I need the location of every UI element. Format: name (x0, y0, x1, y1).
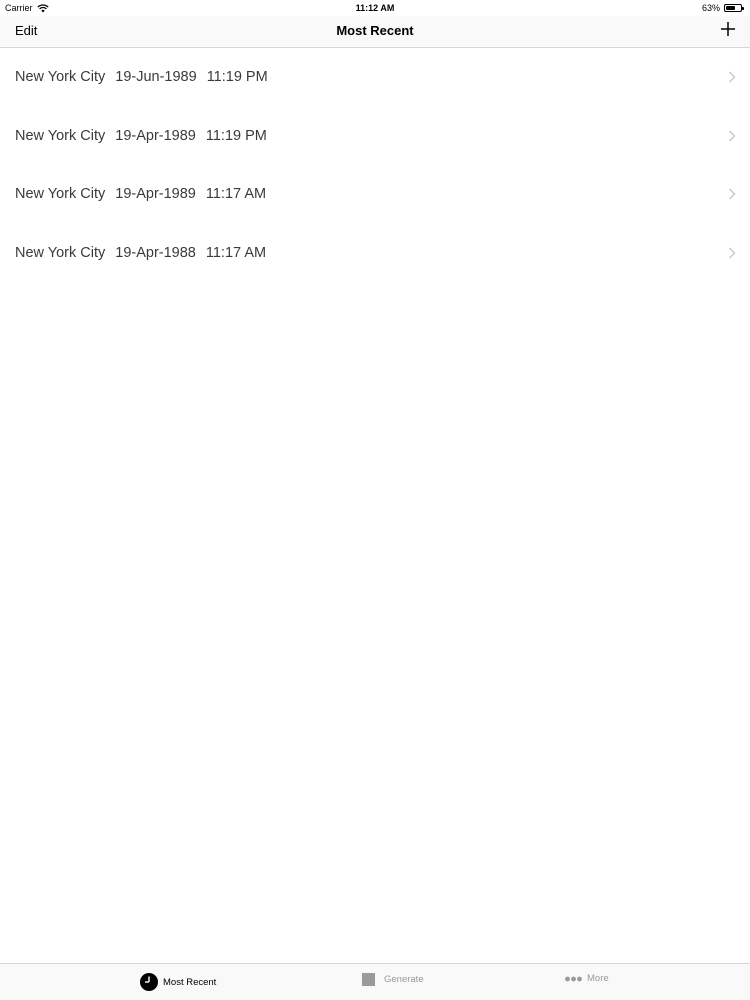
tab-label: Most Recent (163, 976, 217, 988)
chevron-right-icon (729, 188, 736, 200)
more-dots-icon (565, 976, 582, 981)
row-time: 11:19 PM (205, 127, 267, 144)
row-date: 19-Apr-1989 (115, 127, 196, 144)
edit-button[interactable]: Edit (15, 23, 37, 38)
tab-generate[interactable]: Generate (362, 973, 424, 986)
tab-most-recent[interactable]: Most Recent (140, 973, 216, 991)
row-date: 19-Apr-1989 (115, 186, 196, 203)
tab-label: More (587, 973, 609, 984)
chevron-right-icon (729, 71, 736, 83)
screen: Carrier 11:12 AM 63% Edit Most Recent Ne… (0, 0, 750, 1000)
status-time: 11:12 AM (355, 3, 395, 13)
row-city: New York City (15, 244, 106, 261)
list-item[interactable]: New York City 19-Apr-1989 11:19 PM (0, 107, 750, 166)
battery-icon (724, 4, 744, 12)
square-icon (362, 973, 375, 986)
tab-more[interactable]: More (565, 973, 609, 984)
page-title: Most Recent (336, 23, 414, 38)
row-date: 19-Apr-1988 (115, 244, 196, 261)
plus-icon[interactable] (720, 21, 736, 37)
row-time: 11:17 AM (205, 244, 267, 261)
status-bar: Carrier 11:12 AM 63% (0, 0, 750, 16)
list-item[interactable]: New York City 19-Apr-1989 11:17 AM (0, 165, 750, 224)
chevron-right-icon (729, 130, 736, 142)
row-date: 19-Jun-1989 (115, 69, 197, 86)
chevron-right-icon (729, 247, 736, 259)
recent-list: New York City 19-Jun-1989 11:19 PM New Yor… (0, 48, 750, 282)
status-right: 63% (701, 3, 744, 13)
row-city: New York City (15, 186, 106, 203)
navigation-bar: Edit Most Recent (0, 16, 750, 48)
row-city: New York City (15, 127, 106, 144)
battery-fill (726, 6, 735, 10)
list-item[interactable]: New York City 19-Apr-1988 11:17 AM (0, 224, 750, 283)
row-city: New York City (15, 69, 106, 86)
row-time: 11:17 AM (205, 186, 267, 203)
clock-icon (140, 973, 158, 991)
list-item[interactable]: New York City 19-Jun-1989 11:19 PM (0, 48, 750, 107)
tab-bar: Most Recent Generate More (0, 963, 750, 1000)
battery-percent: 63% (701, 3, 720, 13)
row-time: 11:19 PM (206, 69, 268, 86)
tab-label: Generate (384, 974, 424, 985)
